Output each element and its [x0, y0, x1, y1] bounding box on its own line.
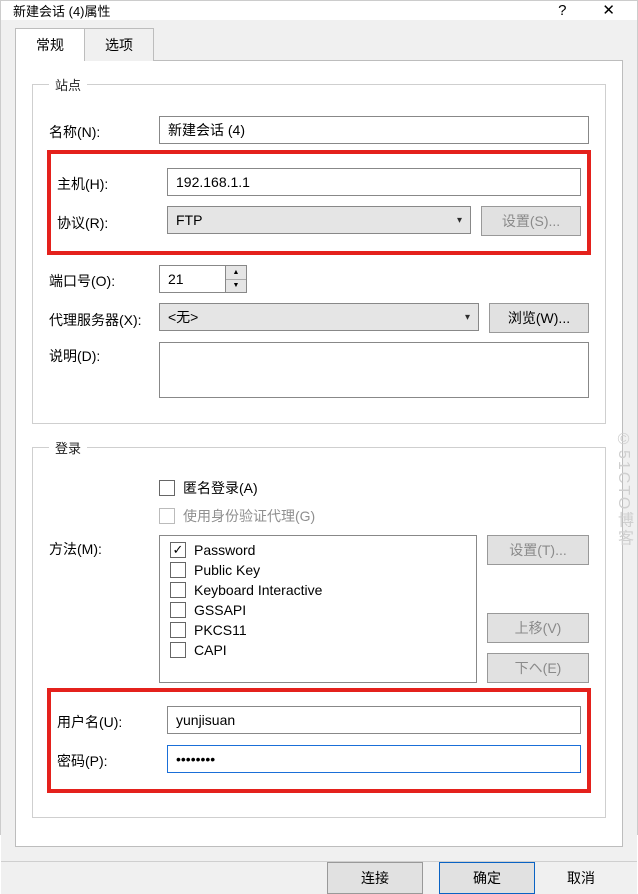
highlight-credentials: 用户名(U): 密码(P):: [47, 688, 591, 793]
label-port: 端口号(O):: [49, 267, 159, 291]
group-site: 站点 名称(N): 主机(H): 协议(R):: [32, 75, 606, 424]
dialog-footer: 连接 确定 取消: [1, 861, 637, 894]
label-host: 主机(H):: [57, 170, 167, 194]
proxy-select[interactable]: <无> ▾: [159, 303, 479, 331]
label-protocol: 协议(R):: [57, 209, 167, 233]
host-input[interactable]: [167, 168, 581, 196]
auth-method-item[interactable]: GSSAPI: [170, 602, 466, 618]
checkbox-icon: [170, 602, 186, 618]
username-input[interactable]: [167, 706, 581, 734]
ok-button[interactable]: 确定: [439, 862, 535, 894]
proxy-browse-button[interactable]: 浏览(W)...: [489, 303, 589, 333]
tab-general[interactable]: 常规: [15, 28, 85, 61]
anonymous-login-checkbox[interactable]: 匿名登录(A): [159, 478, 258, 498]
auth-proxy-label: 使用身份验证代理(G): [183, 506, 315, 526]
chevron-down-icon: ▾: [457, 215, 462, 226]
dialog-body: 常规 选项 站点 名称(N): 主机(H):: [1, 20, 637, 861]
auth-method-label: CAPI: [194, 642, 227, 658]
auth-method-label: PKCS11: [194, 622, 247, 638]
auth-method-item[interactable]: Keyboard Interactive: [170, 582, 466, 598]
connect-button[interactable]: 连接: [327, 862, 423, 894]
port-spinner[interactable]: ▲ ▼: [159, 265, 249, 293]
label-method: 方法(M):: [49, 535, 159, 559]
auth-method-label: GSSAPI: [194, 602, 246, 618]
auth-proxy-checkbox: 使用身份验证代理(G): [159, 506, 315, 526]
name-input[interactable]: [159, 116, 589, 144]
auth-method-item[interactable]: ✓ Password: [170, 542, 466, 558]
password-input[interactable]: [167, 745, 581, 773]
method-moveup-button: 上移(V): [487, 613, 589, 643]
highlight-host-protocol: 主机(H): 协议(R): FTP ▾ 设置(S)...: [47, 150, 591, 255]
tab-panel-general: 站点 名称(N): 主机(H): 协议(R):: [15, 60, 623, 847]
checkbox-icon: ✓: [170, 542, 186, 558]
dialog-window: 新建会话 (4)属性 ? ✕ 常规 选项 站点 名称(N):: [0, 0, 638, 835]
cancel-button[interactable]: 取消: [551, 862, 611, 894]
anonymous-login-label: 匿名登录(A): [183, 478, 258, 498]
port-spin-up[interactable]: ▲: [226, 266, 246, 280]
checkbox-icon: [170, 642, 186, 658]
close-icon[interactable]: ✕: [602, 3, 615, 18]
protocol-settings-button: 设置(S)...: [481, 206, 581, 236]
protocol-select[interactable]: FTP ▾: [167, 206, 471, 234]
auth-method-label: Keyboard Interactive: [194, 582, 322, 598]
auth-method-item[interactable]: Public Key: [170, 562, 466, 578]
auth-methods-listbox[interactable]: ✓ Password Public Key Keyboard Interactive G…: [159, 535, 477, 683]
label-name: 名称(N):: [49, 118, 159, 142]
tab-options[interactable]: 选项: [84, 28, 154, 61]
method-movedown-button: 下ヘ(E): [487, 653, 589, 683]
label-proxy: 代理服务器(X):: [49, 306, 159, 330]
auth-method-item[interactable]: CAPI: [170, 642, 466, 658]
checkbox-icon: [170, 622, 186, 638]
label-description: 说明(D):: [49, 342, 159, 366]
checkbox-icon: [170, 562, 186, 578]
window-title: 新建会话 (4)属性: [13, 1, 558, 20]
titlebar: 新建会话 (4)属性 ? ✕: [1, 1, 637, 20]
checkbox-icon: [170, 582, 186, 598]
description-textarea[interactable]: [159, 342, 589, 398]
proxy-value: <无>: [168, 307, 198, 327]
label-password: 密码(P):: [57, 747, 167, 771]
chevron-down-icon: ▾: [465, 312, 470, 323]
checkbox-icon: [159, 480, 175, 496]
protocol-value: FTP: [176, 212, 202, 228]
method-settings-button: 设置(T)...: [487, 535, 589, 565]
auth-method-label: Password: [194, 542, 255, 558]
checkbox-icon: [159, 508, 175, 524]
auth-method-label: Public Key: [194, 562, 260, 578]
port-spin-down[interactable]: ▼: [226, 280, 246, 293]
group-login-legend: 登录: [49, 438, 87, 457]
tab-strip: 常规 选项: [15, 28, 623, 61]
help-icon[interactable]: ?: [558, 3, 566, 18]
label-username: 用户名(U):: [57, 708, 167, 732]
port-input[interactable]: [159, 265, 225, 293]
group-login: 登录 匿名登录(A) 使用身份验证代理(G): [32, 438, 606, 818]
auth-method-item[interactable]: PKCS11: [170, 622, 466, 638]
group-site-legend: 站点: [49, 75, 87, 94]
